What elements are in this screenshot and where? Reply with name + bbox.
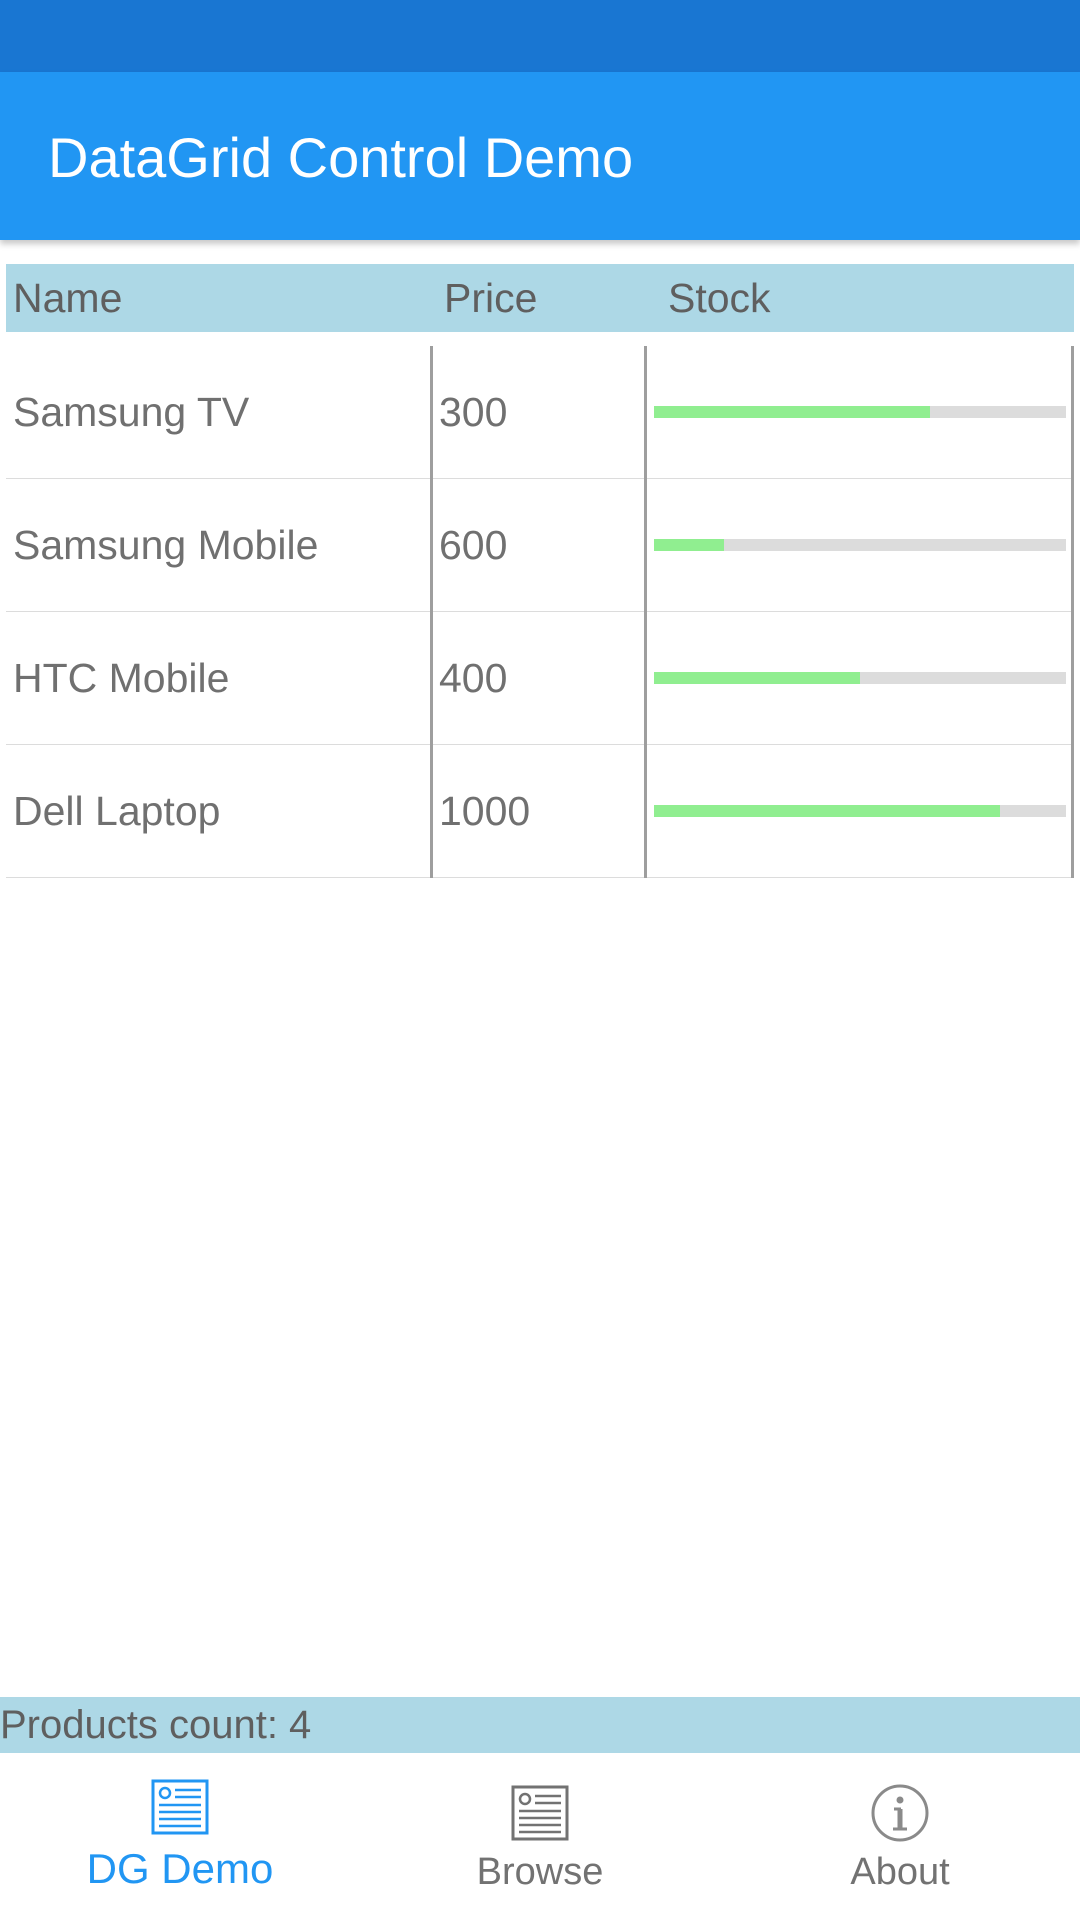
stock-progress-fill: [654, 805, 1001, 817]
stock-progress-fill: [654, 672, 860, 684]
document-icon: [151, 1779, 209, 1835]
table-row[interactable]: Dell Laptop 1000: [6, 745, 1074, 878]
stock-progress-bar: [654, 672, 1066, 684]
tab-browse[interactable]: Browse: [360, 1753, 720, 1920]
column-divider: [1071, 745, 1074, 878]
column-divider: [644, 745, 647, 878]
page-title: DataGrid Control Demo: [48, 126, 634, 189]
data-grid: Name Price Stock Samsung TV 300 Samsung …: [6, 264, 1074, 878]
tab-dg-demo[interactable]: DG Demo: [0, 1753, 360, 1920]
app-bar: DataGrid Control Demo: [0, 72, 1080, 240]
cell-price: 400: [439, 655, 508, 701]
table-row[interactable]: Samsung Mobile 600: [6, 479, 1074, 612]
stock-progress-fill: [654, 539, 725, 551]
column-divider: [430, 479, 433, 612]
column-divider: [644, 612, 647, 745]
tab-about[interactable]: About: [720, 1753, 1080, 1920]
tab-label: About: [850, 1851, 950, 1893]
cell-price: 1000: [439, 788, 531, 834]
cell-price: 600: [439, 522, 508, 568]
cell-name: Dell Laptop: [13, 788, 221, 834]
grid-rows: Samsung TV 300 Samsung Mobile 600 HTC Mo…: [6, 346, 1074, 878]
tab-label: Browse: [476, 1851, 604, 1893]
table-row[interactable]: Samsung TV 300: [6, 346, 1074, 479]
cell-name: Samsung Mobile: [13, 522, 319, 568]
column-divider: [430, 745, 433, 878]
cell-name: HTC Mobile: [13, 655, 230, 701]
column-divider: [1071, 346, 1074, 479]
column-divider: [1071, 612, 1074, 745]
column-divider: [430, 612, 433, 745]
products-count-bar: Products count: 4: [0, 1697, 1080, 1753]
cell-name: Samsung TV: [13, 389, 250, 435]
column-divider: [644, 479, 647, 612]
status-bar: [0, 0, 1080, 72]
column-header-price[interactable]: Price: [444, 264, 537, 332]
table-row[interactable]: HTC Mobile 400: [6, 612, 1074, 745]
column-header-stock[interactable]: Stock: [668, 264, 771, 332]
column-divider: [430, 346, 433, 479]
cell-price: 300: [439, 389, 508, 435]
stock-progress-bar: [654, 406, 1066, 418]
column-header-name[interactable]: Name: [13, 264, 122, 332]
document-icon: [511, 1785, 569, 1841]
products-count-text: Products count: 4: [0, 1703, 312, 1747]
stock-progress-bar: [654, 539, 1066, 551]
grid-header: Name Price Stock: [6, 264, 1074, 332]
info-icon: [871, 1784, 929, 1842]
tab-label: DG Demo: [86, 1845, 274, 1892]
bottom-tab-bar: DG Demo Browse About: [0, 1753, 1080, 1920]
column-divider: [1071, 479, 1074, 612]
column-divider: [644, 346, 647, 479]
stock-progress-fill: [654, 406, 931, 418]
stock-progress-bar: [654, 805, 1066, 817]
